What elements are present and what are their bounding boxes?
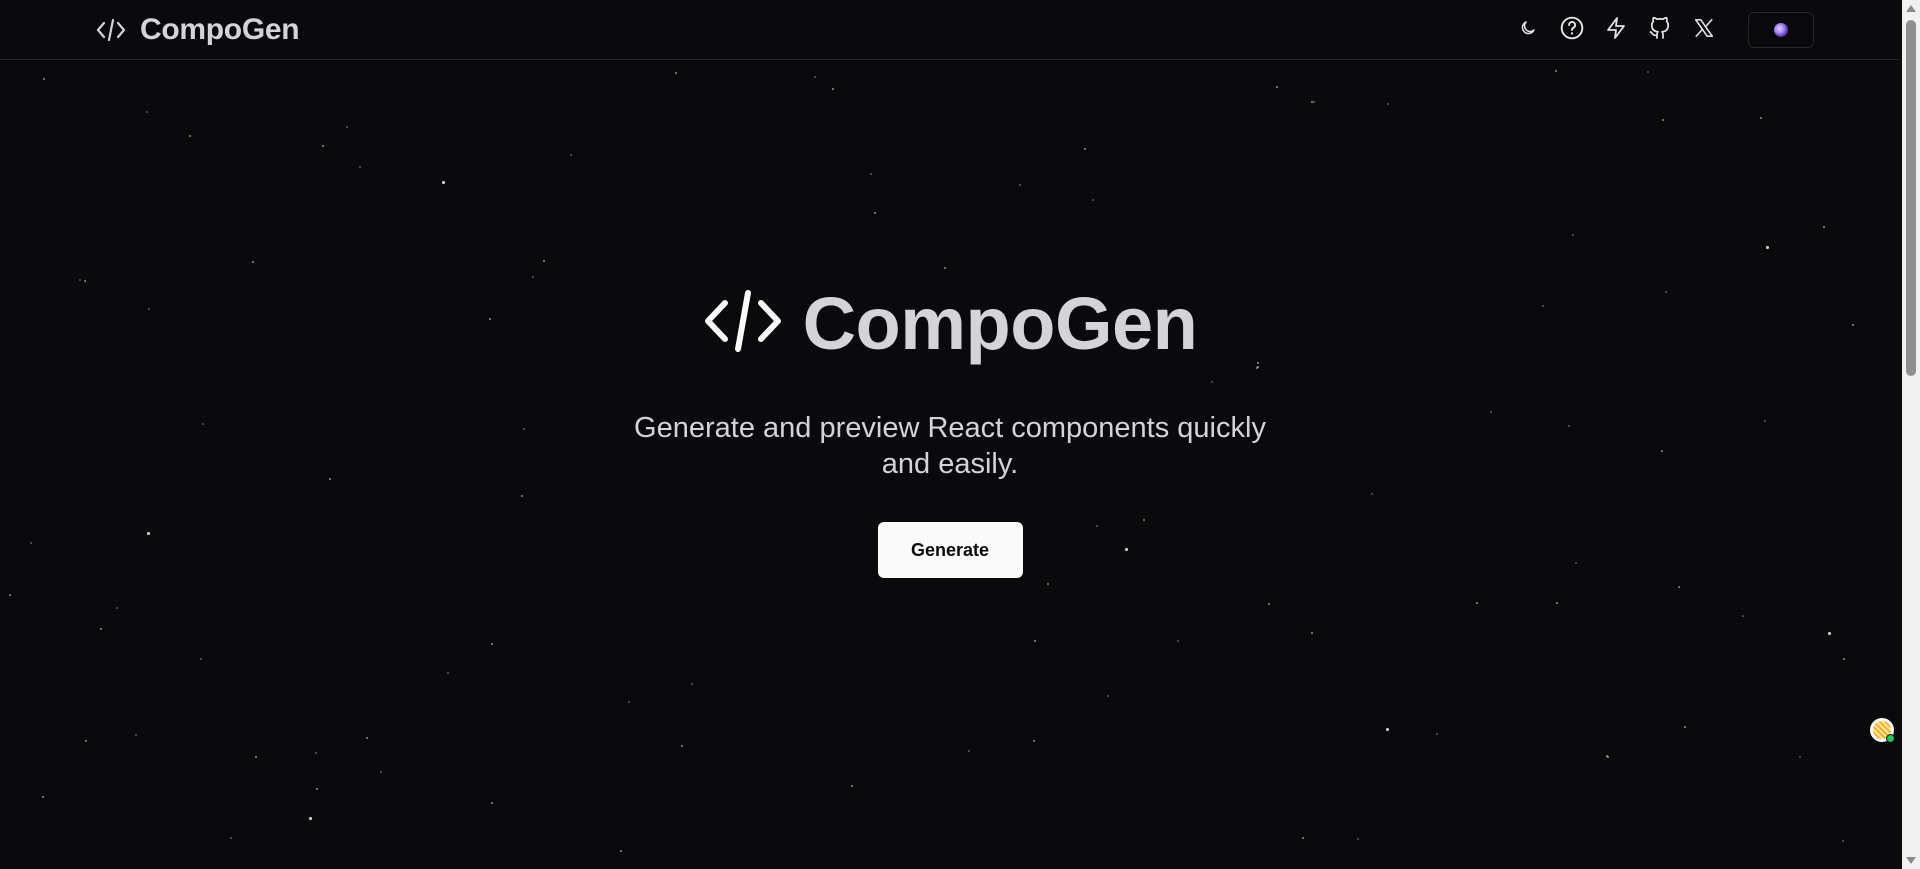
hero-section: CompoGen Generate and preview React comp… — [0, 280, 1900, 578]
github-icon — [1648, 16, 1672, 45]
code-brackets-icon — [703, 289, 783, 358]
scroll-down-arrow-icon[interactable] — [1906, 857, 1916, 864]
online-status-dot — [1886, 734, 1895, 743]
top-navbar: CompoGen — [0, 0, 1900, 60]
help-circle-icon — [1559, 15, 1585, 46]
x-link[interactable] — [1686, 12, 1722, 48]
help-button[interactable] — [1554, 12, 1590, 48]
x-icon — [1693, 17, 1715, 44]
zap-icon — [1604, 16, 1628, 45]
hero-title-text: CompoGen — [802, 281, 1198, 365]
vertical-scrollbar[interactable] — [1902, 0, 1920, 869]
brand-home-link[interactable]: CompoGen — [96, 10, 300, 50]
code-brackets-icon — [96, 18, 126, 42]
header-actions — [1510, 12, 1814, 48]
generate-button[interactable]: Generate — [877, 522, 1023, 578]
page: CompoGen CompoGen Generate and preview R… — [0, 0, 1920, 869]
avatar — [1774, 23, 1788, 37]
user-menu-button[interactable] — [1748, 12, 1814, 48]
generate-shortcut-button[interactable] — [1598, 12, 1634, 48]
chat-widget-button[interactable] — [1870, 718, 1895, 743]
scroll-up-arrow-icon[interactable] — [1906, 5, 1916, 12]
scrollbar-thumb[interactable] — [1906, 20, 1916, 376]
hero-subtitle: Generate and preview React components qu… — [634, 412, 1266, 480]
moon-icon — [1519, 19, 1537, 42]
github-link[interactable] — [1642, 12, 1678, 48]
hero-title: CompoGen — [703, 280, 1198, 366]
brand-title: CompoGen — [140, 13, 300, 46]
theme-toggle-button[interactable] — [1510, 12, 1546, 48]
